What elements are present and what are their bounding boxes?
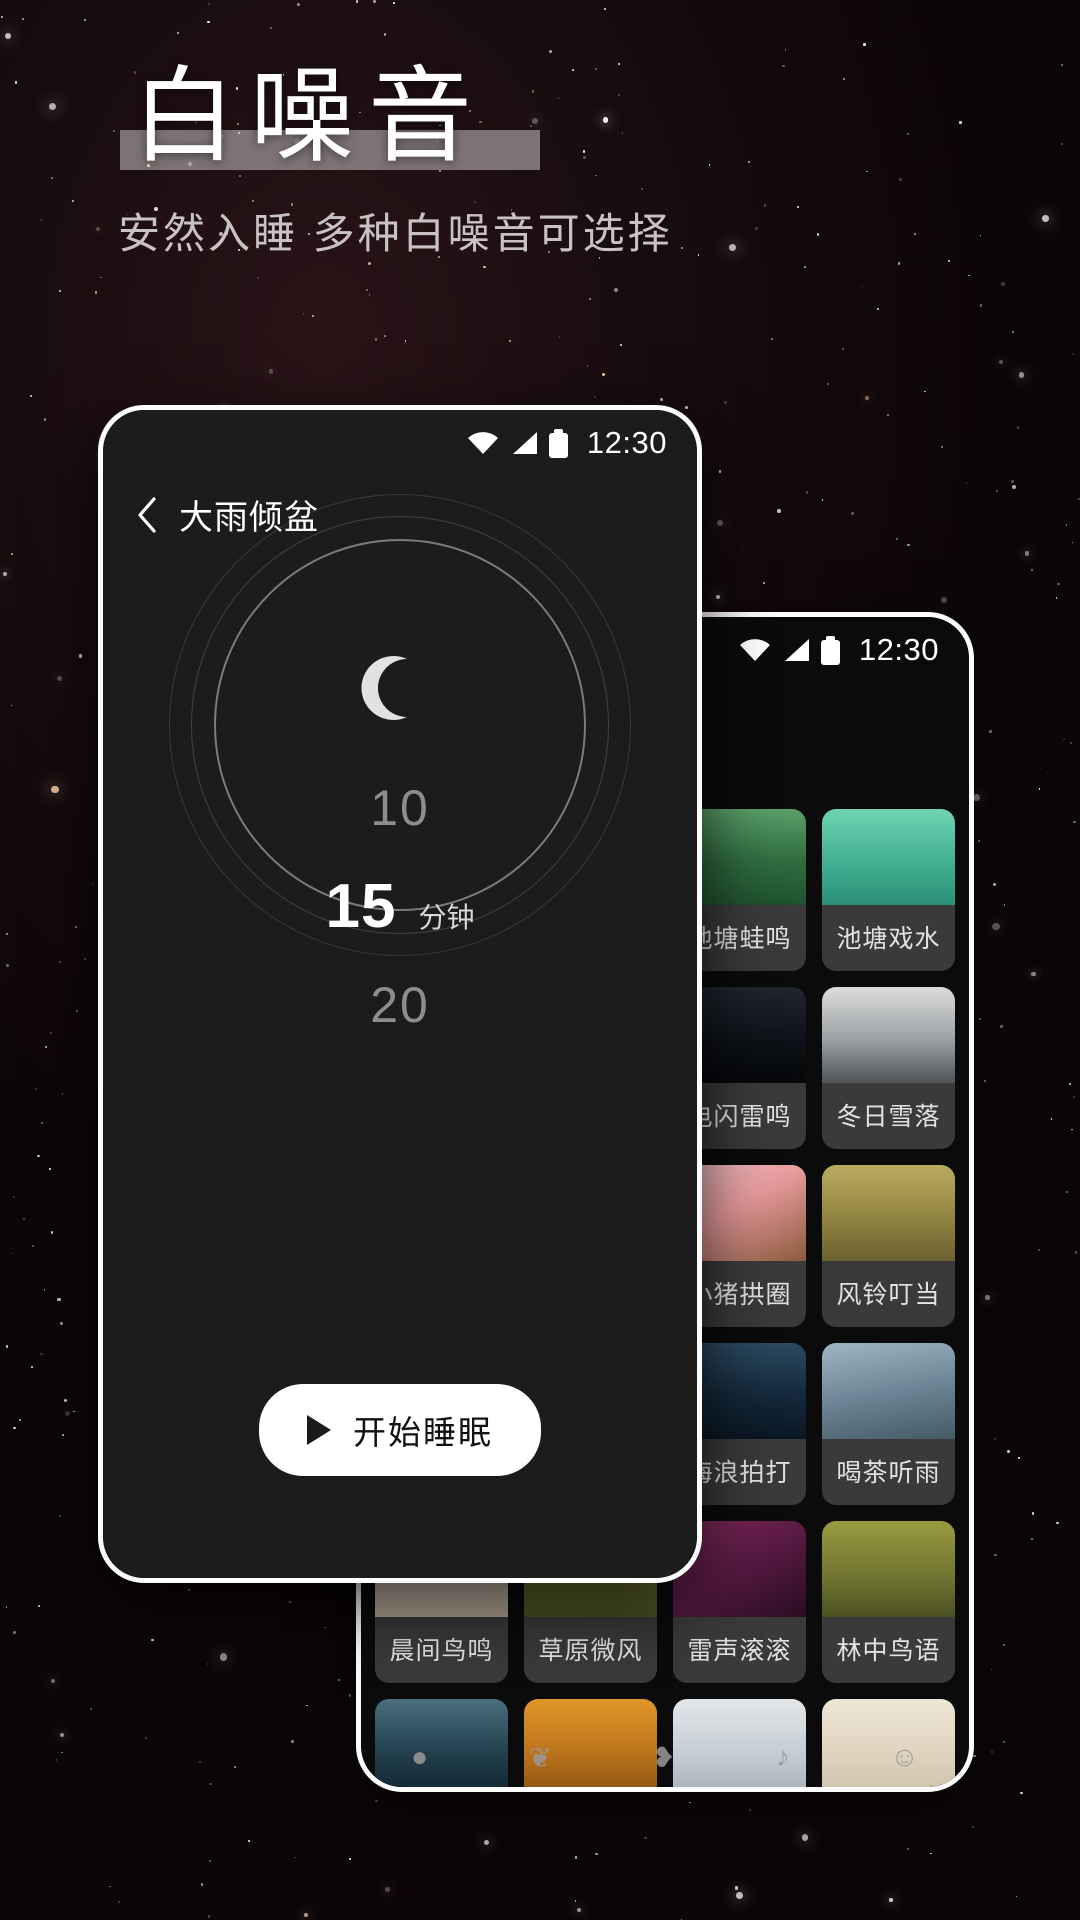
note-icon[interactable]: ♪ — [776, 1741, 790, 1773]
statusbar-time: 12:30 — [858, 632, 939, 667]
sound-card[interactable]: 池塘戏水 — [822, 809, 955, 971]
signal-icon — [782, 638, 810, 662]
sound-thumbnail — [822, 987, 955, 1083]
duration-unit: 分钟 — [418, 902, 475, 933]
phone-sleep-timer: 12:30 大雨倾盆 10 15 分钟 20 开始睡眠 — [98, 405, 702, 1583]
statusbar-timer: 12:30 — [103, 410, 697, 476]
wifi-icon — [467, 431, 499, 455]
statusbar-time: 12:30 — [586, 425, 667, 460]
paws-icon[interactable]: ❦ — [528, 1741, 551, 1774]
sound-thumbnail — [822, 1343, 955, 1439]
duration-option-below[interactable]: 20 — [370, 976, 430, 1034]
sound-label: 风铃叮当 — [822, 1261, 955, 1327]
sleep-timer-screen: 12:30 大雨倾盆 10 15 分钟 20 开始睡眠 — [103, 410, 697, 1578]
page-title: 白噪音 — [132, 60, 487, 175]
sound-label: 喝茶听雨 — [822, 1439, 955, 1505]
start-sleep-button[interactable]: 开始睡眠 — [259, 1384, 541, 1476]
wifi-icon — [739, 638, 771, 662]
sound-card[interactable]: 冬日雪落 — [822, 987, 955, 1149]
timer-stage: 10 15 分钟 20 开始睡眠 — [103, 494, 697, 1476]
duration-selected-row[interactable]: 15 分钟 — [326, 871, 475, 942]
sound-label: 冬日雪落 — [822, 1083, 955, 1149]
sound-thumbnail — [822, 1165, 955, 1261]
circle-icon[interactable]: ● — [411, 1741, 428, 1773]
hero-subtitle: 安然入睡 多种白噪音可选择 — [118, 209, 673, 257]
duration-option-above[interactable]: 10 — [370, 779, 430, 837]
battery-icon — [548, 428, 568, 458]
hero-title-wrap: 白噪音 — [120, 58, 540, 178]
sound-thumbnail — [822, 809, 955, 905]
smile-icon[interactable]: ☺ — [890, 1741, 919, 1773]
duration-value[interactable]: 15 — [326, 871, 397, 942]
sound-label: 草原微风 — [524, 1617, 657, 1683]
sound-thumbnail — [822, 1521, 955, 1617]
sound-label: 晨间鸟鸣 — [375, 1617, 508, 1683]
chevron-left-icon[interactable] — [135, 496, 157, 534]
play-icon — [307, 1415, 331, 1445]
sound-label: 雷声滚滚 — [673, 1617, 806, 1683]
duration-picker[interactable]: 10 15 分钟 20 — [103, 779, 697, 1034]
heart-icon[interactable]: ❥ — [652, 1741, 675, 1774]
hero-section: 白噪音 安然入睡 多种白噪音可选择 — [0, 0, 1080, 261]
start-sleep-label: 开始睡眠 — [353, 1414, 493, 1451]
battery-icon — [820, 635, 840, 665]
sound-card[interactable]: 喝茶听雨 — [822, 1343, 955, 1505]
sound-label: 林中鸟语 — [822, 1617, 955, 1683]
bottom-navbar[interactable]: ● ❦ ❥ ♪ ☺ — [361, 1727, 969, 1787]
sound-label: 池塘戏水 — [822, 905, 955, 971]
signal-icon — [510, 431, 538, 455]
sound-card[interactable]: 林中鸟语 — [822, 1521, 955, 1683]
sound-card[interactable]: 风铃叮当 — [822, 1165, 955, 1327]
